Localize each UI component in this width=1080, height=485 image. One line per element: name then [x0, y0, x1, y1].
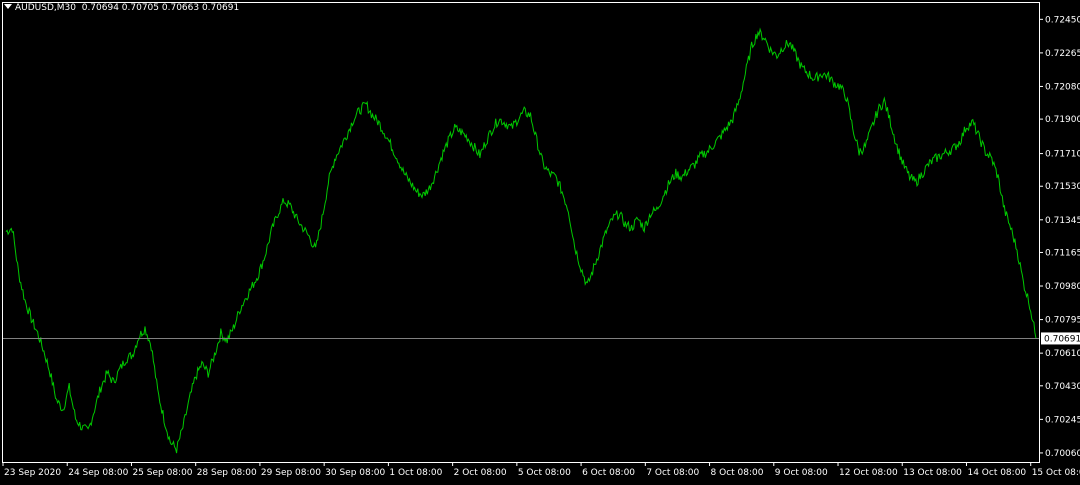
y-tick-label: 0.72450 [1045, 15, 1080, 25]
x-tick-label: 12 Oct 08:00 [839, 468, 898, 478]
chart-background [0, 0, 1080, 481]
y-tick-label: 0.71900 [1045, 115, 1080, 125]
x-tick-label: 24 Sep 08:00 [68, 468, 128, 478]
x-tick-label: 5 Oct 08:00 [518, 468, 571, 478]
x-tick-label: 1 Oct 08:00 [389, 468, 442, 478]
x-tick-label: 9 Oct 08:00 [775, 468, 828, 478]
x-tick-label: 28 Sep 08:00 [197, 468, 257, 478]
y-tick-label: 0.72265 [1045, 49, 1080, 59]
symbol-timeframe: AUDUSD,M30 [15, 3, 76, 13]
y-tick-label: 0.71530 [1045, 182, 1080, 192]
chart-svg: 0.72450 0.72265 0.72080 0.71900 0.71710 0.715… [0, 0, 1080, 481]
current-price-tag: 0.70691 [1041, 332, 1080, 345]
x-tick-label: 13 Oct 08:00 [903, 468, 962, 478]
y-tick-label: 0.70795 [1045, 316, 1080, 326]
ohlc-values: 0.70694 0.70705 0.70663 0.70691 [81, 3, 240, 13]
y-tick-label: 0.70610 [1045, 349, 1080, 359]
y-tick-label: 0.71345 [1045, 216, 1080, 226]
y-tick-label: 0.72080 [1045, 82, 1080, 92]
current-price-label: 0.70691 [1044, 334, 1080, 344]
y-tick-label: 0.70980 [1045, 282, 1080, 292]
x-tick-label: 15 Oct 08:00 [1032, 468, 1080, 478]
y-tick-label: 0.70060 [1045, 449, 1080, 459]
x-tick-label: 29 Sep 08:00 [261, 468, 321, 478]
y-tick-label: 0.71710 [1045, 150, 1080, 160]
x-tick-label: 2 Oct 08:00 [454, 468, 507, 478]
x-tick-label: 14 Oct 08:00 [967, 468, 1026, 478]
y-tick-label: 0.70245 [1045, 415, 1080, 425]
collapse-triangle-icon[interactable] [4, 4, 12, 9]
chart: 0.72450 0.72265 0.72080 0.71900 0.71710 0.715… [0, 0, 1080, 481]
x-tick-label: 25 Sep 08:00 [132, 468, 192, 478]
x-tick-label: 8 Oct 08:00 [711, 468, 764, 478]
y-tick-label: 0.70430 [1045, 382, 1080, 392]
chart-header[interactable]: AUDUSD,M30 0.70694 0.70705 0.70663 0.706… [4, 3, 239, 13]
y-tick-label: 0.71165 [1045, 248, 1080, 258]
x-tick-label: 6 Oct 08:00 [582, 468, 635, 478]
x-tick-label: 23 Sep 2020 [4, 468, 61, 478]
x-tick-label: 7 Oct 08:00 [646, 468, 699, 478]
x-tick-label: 30 Sep 08:00 [325, 468, 385, 478]
